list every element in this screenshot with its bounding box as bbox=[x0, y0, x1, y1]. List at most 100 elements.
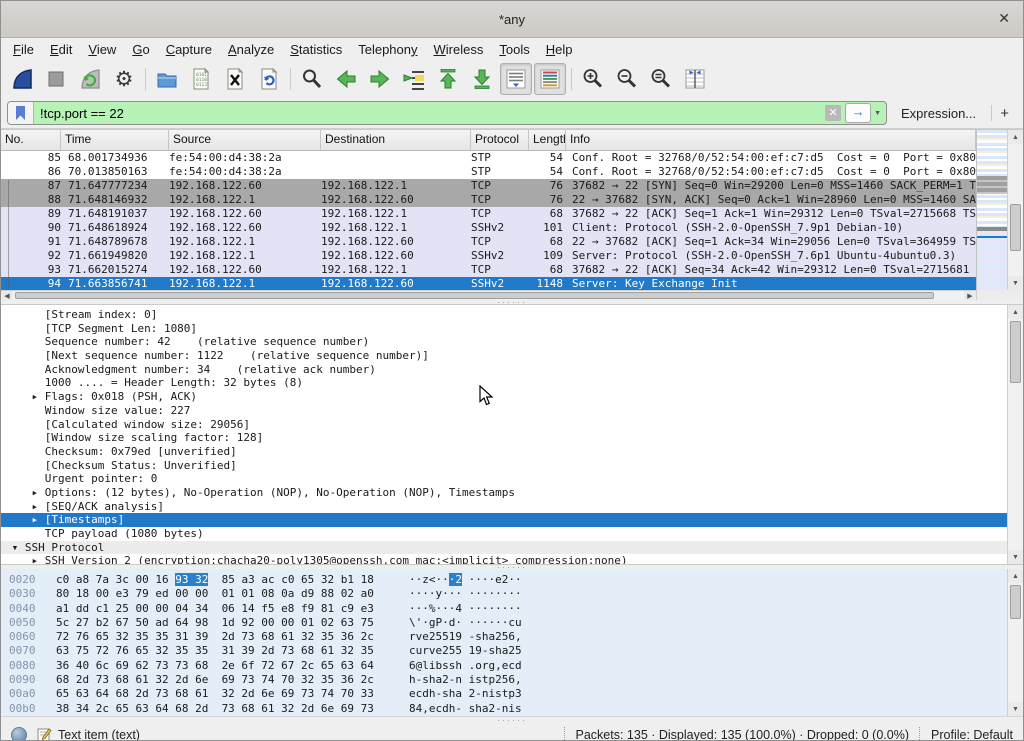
packet-row[interactable]: 85 68.001734936 fe:54:00:d4:38:2a STP 54… bbox=[1, 151, 976, 165]
scroll-thumb[interactable] bbox=[1010, 321, 1021, 383]
restart-capture-button[interactable] bbox=[74, 63, 106, 95]
hex-row[interactable]: 0090 68 2d 73 68 61 32 2d 6e 69 73 74 70… bbox=[1, 673, 1007, 687]
ascii-bytes[interactable]: rve25519 -sha256, bbox=[409, 630, 522, 644]
menu-item[interactable]: Go bbox=[124, 40, 157, 59]
packet-list-vscrollbar[interactable]: ▲ ▼ bbox=[1007, 130, 1023, 290]
menu-item[interactable]: Wireless bbox=[426, 40, 492, 59]
detail-row[interactable]: Sequence number: 42 (relative sequence n… bbox=[1, 335, 1007, 349]
detail-row[interactable]: TCP payload (1080 bytes) bbox=[1, 527, 1007, 541]
scroll-up-arrow[interactable]: ▲ bbox=[1008, 569, 1023, 583]
packet-row[interactable]: 87 71.647777234 192.168.122.60 192.168.1… bbox=[1, 179, 976, 193]
hex-bytes[interactable]: 68 2d 73 68 61 32 2d 6e 69 73 74 70 32 3… bbox=[56, 673, 409, 687]
detail-row[interactable]: ▾ SSH Protocol bbox=[1, 541, 1007, 555]
menu-item[interactable]: Analyze bbox=[220, 40, 282, 59]
detail-row[interactable]: ▸ Options: (12 bytes), No-Operation (NOP… bbox=[1, 486, 1007, 500]
hex-bytes[interactable]: a1 dd c1 25 00 00 04 34 06 14 f5 e8 f9 8… bbox=[56, 602, 409, 616]
packet-row[interactable]: 89 71.648191037 192.168.122.60 192.168.1… bbox=[1, 207, 976, 221]
detail-row[interactable]: ▸ Flags: 0x018 (PSH, ACK) bbox=[1, 390, 1007, 404]
hex-row[interactable]: 0080 36 40 6c 69 62 73 73 68 2e 6f 72 67… bbox=[1, 659, 1007, 673]
packet-row[interactable]: 92 71.661949820 192.168.122.1 192.168.12… bbox=[1, 249, 976, 263]
hex-row[interactable]: 0020 c0 a8 7a 3c 00 16 93 32 85 a3 ac c0… bbox=[1, 573, 1007, 587]
zoom-in-button[interactable] bbox=[577, 63, 609, 95]
menu-item[interactable]: Capture bbox=[158, 40, 220, 59]
find-packet-button[interactable] bbox=[296, 63, 328, 95]
hex-row[interactable]: 0060 72 76 65 32 35 35 31 39 2d 73 68 61… bbox=[1, 630, 1007, 644]
close-window-button[interactable]: ✕ bbox=[998, 10, 1010, 27]
scroll-thumb[interactable] bbox=[1010, 585, 1021, 619]
filter-bookmark-button[interactable] bbox=[8, 102, 34, 124]
detail-row[interactable]: [Calculated window size: 29056] bbox=[1, 418, 1007, 432]
detail-row[interactable]: ▸ SSH Version 2 (encryption:chacha20-pol… bbox=[1, 554, 1007, 565]
reload-file-button[interactable] bbox=[253, 63, 285, 95]
ascii-bytes[interactable]: ····y··· ········ bbox=[409, 587, 522, 601]
ascii-bytes[interactable]: curve255 19-sha25 bbox=[409, 644, 522, 658]
menu-item[interactable]: Tools bbox=[491, 40, 537, 59]
detail-row[interactable]: [Stream index: 0] bbox=[1, 308, 1007, 322]
packet-list-minimap[interactable] bbox=[976, 130, 1007, 290]
hex-bytes[interactable]: 38 34 2c 65 63 64 68 2d 73 68 61 32 2d 6… bbox=[56, 702, 409, 716]
scroll-down-arrow[interactable]: ▼ bbox=[1008, 550, 1023, 564]
hex-row[interactable]: 0050 5c 27 b2 67 50 ad 64 98 1d 92 00 00… bbox=[1, 616, 1007, 630]
detail-row[interactable]: ▸ [SEQ/ACK analysis] bbox=[1, 500, 1007, 514]
capture-options-button[interactable]: ⚙ bbox=[108, 63, 140, 95]
ascii-bytes[interactable]: 6@libssh .org,ecd bbox=[409, 659, 522, 673]
filter-apply-button[interactable]: → bbox=[845, 103, 871, 123]
hex-bytes[interactable]: c0 a8 7a 3c 00 16 93 32 85 a3 ac c0 65 3… bbox=[56, 573, 409, 587]
auto-scroll-button[interactable] bbox=[500, 63, 532, 95]
detail-row[interactable]: 1000 .... = Header Length: 32 bytes (8) bbox=[1, 376, 1007, 390]
hex-bytes[interactable]: 63 75 72 76 65 32 35 35 31 39 2d 73 68 6… bbox=[56, 644, 409, 658]
detail-row[interactable]: Urgent pointer: 0 bbox=[1, 472, 1007, 486]
go-back-button[interactable] bbox=[330, 63, 362, 95]
title-bar[interactable]: *any ✕ bbox=[1, 1, 1023, 38]
packet-row[interactable]: 90 71.648618924 192.168.122.60 192.168.1… bbox=[1, 221, 976, 235]
capture-comment-icon[interactable] bbox=[37, 727, 52, 741]
add-filter-button[interactable]: + bbox=[992, 105, 1017, 122]
expression-button[interactable]: Expression... bbox=[901, 106, 976, 121]
expert-info-icon[interactable] bbox=[11, 727, 27, 741]
scroll-down-arrow[interactable]: ▼ bbox=[1008, 276, 1023, 290]
packet-row[interactable]: 91 71.648789678 192.168.122.1 192.168.12… bbox=[1, 235, 976, 249]
hex-row[interactable]: 0040 a1 dd c1 25 00 00 04 34 06 14 f5 e8… bbox=[1, 602, 1007, 616]
menu-item[interactable]: Telephony bbox=[350, 40, 425, 59]
scroll-up-arrow[interactable]: ▲ bbox=[1008, 305, 1023, 319]
stop-capture-button[interactable] bbox=[40, 63, 72, 95]
zoom-out-button[interactable] bbox=[611, 63, 643, 95]
scroll-thumb[interactable] bbox=[1010, 204, 1021, 251]
scroll-left-arrow[interactable]: ◀ bbox=[1, 291, 13, 300]
go-forward-button[interactable] bbox=[364, 63, 396, 95]
colorize-button[interactable] bbox=[534, 63, 566, 95]
hex-bytes[interactable]: 36 40 6c 69 62 73 73 68 2e 6f 72 67 2c 6… bbox=[56, 659, 409, 673]
hex-bytes[interactable]: 65 63 64 68 2d 73 68 61 32 2d 6e 69 73 7… bbox=[56, 687, 409, 701]
detail-row[interactable]: [Checksum Status: Unverified] bbox=[1, 459, 1007, 473]
ascii-bytes[interactable]: ··z<···2 ····e2·· bbox=[409, 573, 522, 587]
filter-text[interactable]: !tcp.port == 22 bbox=[34, 106, 825, 121]
hscroll-thumb[interactable] bbox=[15, 292, 934, 299]
menu-item[interactable]: Help bbox=[538, 40, 581, 59]
hex-row[interactable]: 0070 63 75 72 76 65 32 35 35 31 39 2d 73… bbox=[1, 644, 1007, 658]
column-header-destination[interactable]: Destination bbox=[321, 130, 471, 150]
profile-status[interactable]: Profile: Default bbox=[931, 728, 1013, 741]
hex-row[interactable]: 00a0 65 63 64 68 2d 73 68 61 32 2d 6e 69… bbox=[1, 687, 1007, 701]
detail-row[interactable]: [Next sequence number: 1122 (relative se… bbox=[1, 349, 1007, 363]
ascii-bytes[interactable]: \'·gP·d· ······cu bbox=[409, 616, 522, 630]
column-header-length[interactable]: Length bbox=[529, 130, 566, 150]
detail-row[interactable]: Checksum: 0x79ed [unverified] bbox=[1, 445, 1007, 459]
close-file-button[interactable] bbox=[219, 63, 251, 95]
open-file-button[interactable] bbox=[151, 63, 183, 95]
packet-list-header[interactable]: No. Time Source Destination Protocol Len… bbox=[1, 130, 976, 151]
packet-row[interactable]: 86 70.013850163 fe:54:00:d4:38:2a STP 54… bbox=[1, 165, 976, 179]
hex-vscrollbar[interactable]: ▲ ▼ bbox=[1007, 569, 1023, 716]
ascii-bytes[interactable]: ecdh-sha 2-nistp3 bbox=[409, 687, 522, 701]
resize-columns-button[interactable] bbox=[679, 63, 711, 95]
detail-row[interactable]: Acknowledgment number: 34 (relative ack … bbox=[1, 363, 1007, 377]
column-header-no[interactable]: No. bbox=[1, 130, 61, 150]
zoom-reset-button[interactable] bbox=[645, 63, 677, 95]
scroll-right-arrow[interactable]: ▶ bbox=[964, 291, 976, 300]
column-header-info[interactable]: Info bbox=[566, 130, 976, 150]
hex-row[interactable]: 0030 80 18 00 e3 79 ed 00 00 01 01 08 0a… bbox=[1, 587, 1007, 601]
column-header-source[interactable]: Source bbox=[169, 130, 321, 150]
packet-row[interactable]: 94 71.663856741 192.168.122.1 192.168.12… bbox=[1, 277, 976, 290]
column-header-time[interactable]: Time bbox=[61, 130, 169, 150]
hex-bytes[interactable]: 72 76 65 32 35 35 31 39 2d 73 68 61 32 3… bbox=[56, 630, 409, 644]
save-file-button[interactable]: 010101100113 bbox=[185, 63, 217, 95]
